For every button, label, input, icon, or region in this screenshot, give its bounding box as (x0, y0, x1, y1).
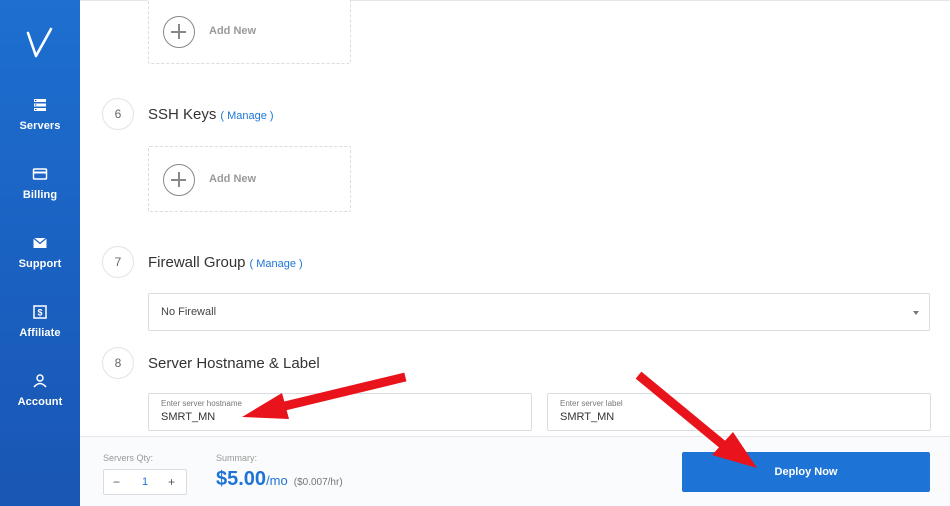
user-icon (33, 374, 47, 388)
sidebar-item-billing[interactable]: Billing (0, 165, 80, 201)
step-number: 6 (102, 98, 134, 130)
price-unit: /mo (266, 473, 288, 488)
server-label-field[interactable]: Enter server label SMRT_MN (547, 393, 931, 431)
sidebar-item-label: Support (18, 258, 62, 270)
chevron-down-icon (913, 311, 919, 315)
servers-icon (34, 99, 46, 111)
sidebar-item-label: Account (17, 396, 63, 408)
sidebar-item-label: Billing (22, 189, 58, 201)
servers-qty-label: Servers Qty: (103, 453, 154, 463)
credit-card-icon (32, 168, 48, 180)
add-new-ssh-key-button[interactable]: Add New (148, 146, 351, 212)
section-title-hostname-label: Server Hostname & Label (148, 355, 320, 372)
sidebar-item-servers[interactable]: Servers (0, 96, 80, 132)
add-new-label: Add New (209, 25, 257, 37)
hostname-field-label: Enter server hostname (161, 399, 242, 408)
section-title: SSH Keys (148, 106, 217, 123)
sidebar-item-affiliate[interactable]: $ Affiliate (0, 303, 80, 339)
server-label-input[interactable]: SMRT_MN (560, 411, 614, 423)
sidebar-item-support[interactable]: Support (0, 234, 80, 270)
deploy-now-button[interactable]: Deploy Now (682, 452, 930, 492)
envelope-icon (33, 237, 47, 248)
manage-firewall-link[interactable]: ( Manage ) (250, 258, 303, 270)
add-new-startup-script-button[interactable]: Add New (148, 0, 351, 64)
increment-button[interactable]: + (168, 475, 175, 489)
manage-ssh-keys-link[interactable]: ( Manage ) (220, 110, 273, 122)
section-title-ssh-keys: SSH Keys( Manage ) (148, 106, 274, 123)
section-title: Server Hostname & Label (148, 355, 320, 372)
add-circle-icon (163, 164, 195, 196)
hourly-price: ($0.007/hr) (293, 477, 343, 488)
main-content: Add New 6 SSH Keys( Manage ) Add New 7 F… (80, 0, 950, 436)
add-circle-icon (163, 16, 195, 48)
quantity-value[interactable]: 1 (142, 476, 148, 488)
logo-icon (26, 27, 53, 58)
logo[interactable] (0, 26, 80, 65)
section-title: Firewall Group (148, 254, 246, 271)
add-new-label: Add New (209, 173, 257, 185)
sidebar-item-label: Servers (19, 120, 61, 132)
section-title-firewall-group: Firewall Group ( Manage ) (148, 254, 303, 271)
sidebar: Servers Billing Support $ Affiliate Acco… (0, 0, 80, 506)
firewall-selected-value: No Firewall (161, 306, 217, 318)
quantity-stepper[interactable]: − 1 + (103, 469, 187, 495)
monthly-price: $5.00 (216, 468, 267, 490)
sidebar-item-account[interactable]: Account (0, 372, 80, 408)
step-number: 8 (102, 347, 134, 379)
price-summary: $5.00/mo ($0.007/hr) (216, 468, 343, 491)
server-label-field-label: Enter server label (560, 399, 623, 408)
decrement-button[interactable]: − (113, 475, 120, 489)
step-number: 7 (102, 246, 134, 278)
firewall-select[interactable]: No Firewall (148, 293, 930, 331)
hostname-input[interactable]: SMRT_MN (161, 411, 215, 423)
hostname-field[interactable]: Enter server hostname SMRT_MN (148, 393, 532, 431)
sidebar-item-label: Affiliate (19, 327, 61, 339)
summary-label: Summary: (216, 453, 258, 463)
order-summary-bar: Servers Qty: − 1 + Summary: $5.00/mo ($0.… (80, 436, 950, 506)
app: Servers Billing Support $ Affiliate Acco… (0, 0, 950, 506)
dollar-icon: $ (33, 305, 47, 319)
svg-text:$: $ (37, 308, 42, 318)
